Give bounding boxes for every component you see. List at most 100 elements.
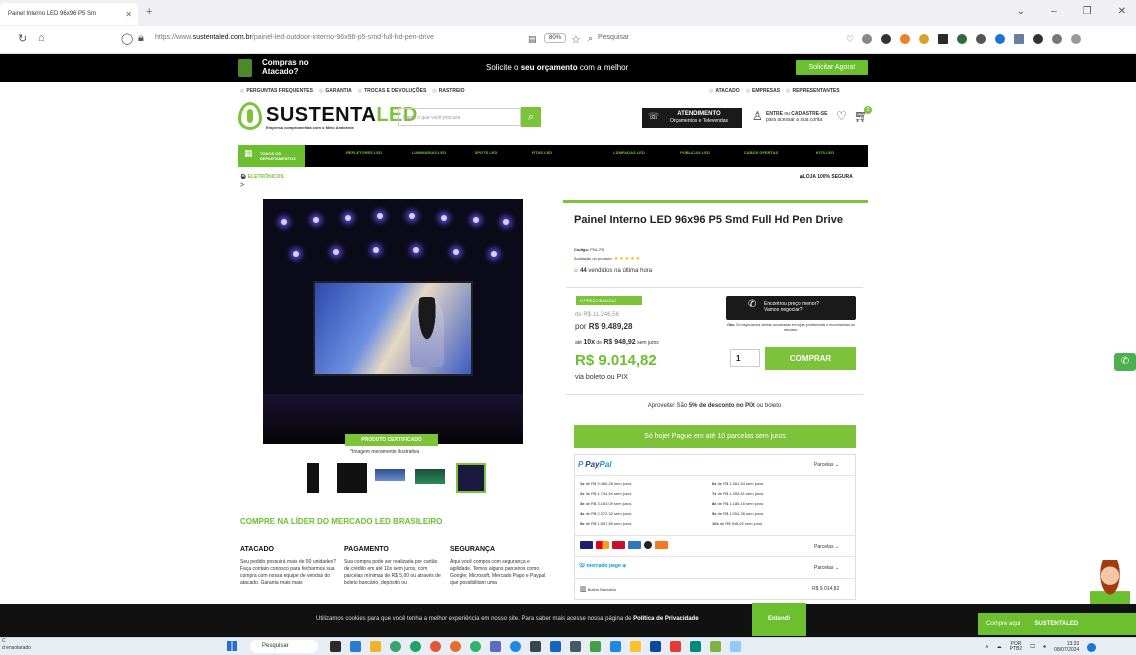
restore-icon[interactable]: ❐	[1083, 6, 1092, 17]
site-search-button[interactable]: ⌕	[521, 107, 541, 127]
extension-icon[interactable]	[976, 34, 986, 44]
close-window-icon[interactable]: ✕	[1118, 6, 1126, 17]
card-parcelas-dropdown[interactable]: Parcelas ⌄	[814, 544, 839, 550]
top-link[interactable]: ◎ EMPRESAS	[746, 88, 780, 94]
customer-service-button[interactable]: ☏ ATENDIMENTO Orçamentos e Televendas	[642, 108, 742, 128]
request-now-button[interactable]: Solicitar Agora!	[796, 60, 868, 75]
extension-icon[interactable]	[1014, 34, 1024, 44]
extension-icon[interactable]	[957, 34, 967, 44]
all-departments-button[interactable]: ▦ TODOS OS DEPARTAMENTOS	[238, 145, 305, 167]
app-icon[interactable]	[350, 641, 361, 652]
download-icon[interactable]	[862, 34, 872, 44]
quantity-input[interactable]: 1	[730, 349, 760, 367]
whatsapp-float-icon[interactable]: ✆	[1114, 353, 1136, 371]
chrome-icon[interactable]	[430, 641, 441, 652]
breadcrumb[interactable]: 🏠︎ ELETRÔNICOS	[240, 174, 284, 180]
whatsapp-negotiate-button[interactable]: ✆ Encontrou preço menor? Vamos negociar?	[726, 296, 856, 320]
app-icon[interactable]	[570, 641, 581, 652]
mp-parcelas-dropdown[interactable]: Parcelas ⌄	[814, 565, 839, 571]
extension-icon[interactable]	[919, 34, 929, 44]
buy-button[interactable]: COMPRAR	[765, 347, 856, 370]
top-link[interactable]: ◎ ATACADO	[709, 88, 740, 94]
site-search-input[interactable]: Digite o que você procura	[398, 108, 521, 126]
url-bar[interactable]: https://www.sustentaled.com.br/painel-le…	[155, 34, 434, 41]
user-icon[interactable]: ♙	[752, 109, 763, 123]
minimize-icon[interactable]: –	[1051, 6, 1057, 17]
reader-icon[interactable]: ▤	[528, 34, 537, 45]
app-icon[interactable]	[610, 641, 621, 652]
menu-icon[interactable]	[1071, 34, 1081, 44]
category-item[interactable]: KITS LED	[800, 150, 850, 155]
volume-icon[interactable]: 🔊︎	[1043, 644, 1046, 650]
product-thumbnail[interactable]	[375, 463, 405, 493]
category-item[interactable]: SPOTS LED	[461, 150, 511, 155]
category-item[interactable]: PÚBLICAS LED	[670, 150, 720, 155]
close-tab-icon[interactable]: ✕	[125, 10, 132, 19]
login-link[interactable]: ENTRE ou CADASTRE-SE para acessar a sua c…	[766, 111, 827, 123]
logo[interactable]: SUSTENTALED	[266, 104, 418, 127]
app-icon[interactable]	[630, 641, 641, 652]
lock-icon[interactable]: 🔒︎	[138, 32, 144, 45]
clock[interactable]: 13:33 08/07/2024	[1054, 641, 1079, 653]
extension-icon[interactable]	[995, 34, 1005, 44]
cookie-accept-button[interactable]: Entendi	[752, 603, 806, 636]
home-icon[interactable]: ⌂	[38, 32, 45, 44]
task-view-icon[interactable]	[330, 641, 341, 652]
browser-search-input[interactable]: Pesquisar	[598, 34, 629, 41]
extensions-puzzle-icon[interactable]	[1052, 34, 1062, 44]
edge-icon[interactable]	[390, 641, 401, 652]
logo-icon[interactable]	[238, 102, 262, 130]
weather-widget[interactable]: Cd ensolarado	[2, 638, 31, 652]
category-item[interactable]: LÂMPADAS LED	[604, 150, 654, 155]
product-thumbnail[interactable]	[337, 463, 367, 493]
privacy-policy-link[interactable]: Política de Privacidade	[633, 616, 698, 622]
zoom-level[interactable]: 80%	[544, 33, 567, 43]
chevron-up-icon[interactable]: ∧	[985, 644, 989, 650]
product-thumbnail-selected[interactable]	[456, 463, 486, 493]
language-indicator[interactable]: POR PTB2	[1010, 642, 1023, 652]
app-icon[interactable]	[530, 641, 541, 652]
app-icon[interactable]	[510, 641, 521, 652]
taskbar-search[interactable]: Pesquisar	[250, 640, 318, 653]
extension-icon[interactable]	[881, 34, 891, 44]
wishlist-heart-icon[interactable]: ♡	[836, 109, 847, 123]
app-icon[interactable]	[690, 641, 701, 652]
parcelas-dropdown[interactable]: Parcelas ⌄	[814, 462, 839, 468]
category-item[interactable]: LUMINÁRIAS LED	[404, 150, 454, 155]
top-link[interactable]: ◎ RASTREIO	[432, 88, 464, 94]
top-link[interactable]: ◎ TROCAS E DEVOLUÇÕES	[358, 88, 427, 94]
top-link[interactable]: ◎ GARANTIA	[319, 88, 352, 94]
reload-icon[interactable]: ↻	[18, 32, 27, 45]
app-icon[interactable]	[550, 641, 561, 652]
product-thumbnail[interactable]	[298, 463, 328, 493]
browser-tab[interactable]: Painel Interno LED 96x96 P5 Sm ✕	[0, 3, 138, 25]
star-rating-icon[interactable]: ★★★★★	[614, 256, 641, 262]
bookmark-star-icon[interactable]: ☆	[571, 33, 581, 46]
teams-icon[interactable]	[490, 641, 501, 652]
network-icon[interactable]: 🖵︎	[1030, 644, 1035, 650]
onedrive-icon[interactable]: ☁	[997, 644, 1002, 650]
installments-banner[interactable]: Só hoje! Pague em até 10 parcelas sem ju…	[574, 425, 856, 448]
notification-icon[interactable]	[1087, 642, 1097, 652]
product-main-image[interactable]	[263, 199, 523, 444]
extension-icon[interactable]	[1033, 34, 1043, 44]
top-link[interactable]: ◎ PERGUNTAS FREQUENTES	[240, 88, 313, 94]
extension-icon[interactable]	[900, 34, 910, 44]
top-link[interactable]: ◎ REPRESENTANTES	[786, 88, 840, 94]
file-explorer-icon[interactable]	[370, 641, 381, 652]
shield-icon[interactable]: ◯	[121, 32, 133, 45]
excel-icon[interactable]	[590, 641, 601, 652]
new-tab-icon[interactable]: +	[146, 6, 152, 18]
product-thumbnail[interactable]	[415, 463, 445, 493]
category-item[interactable]: FITAS LED	[517, 150, 567, 155]
windows-start-icon[interactable]	[227, 641, 237, 651]
app-icon[interactable]	[730, 641, 741, 652]
extension-icon[interactable]	[938, 34, 948, 44]
category-item[interactable]: REFLETORES LED	[339, 150, 389, 155]
chevron-down-icon[interactable]: ⌄	[1017, 6, 1025, 17]
app-icon[interactable]	[710, 641, 721, 652]
chat-widget[interactable]: Compre aqui SUSTENTALED	[978, 613, 1136, 635]
firefox-icon[interactable]	[450, 641, 461, 652]
pocket-icon[interactable]: ♡	[846, 34, 854, 45]
whatsapp-icon[interactable]	[470, 641, 481, 652]
